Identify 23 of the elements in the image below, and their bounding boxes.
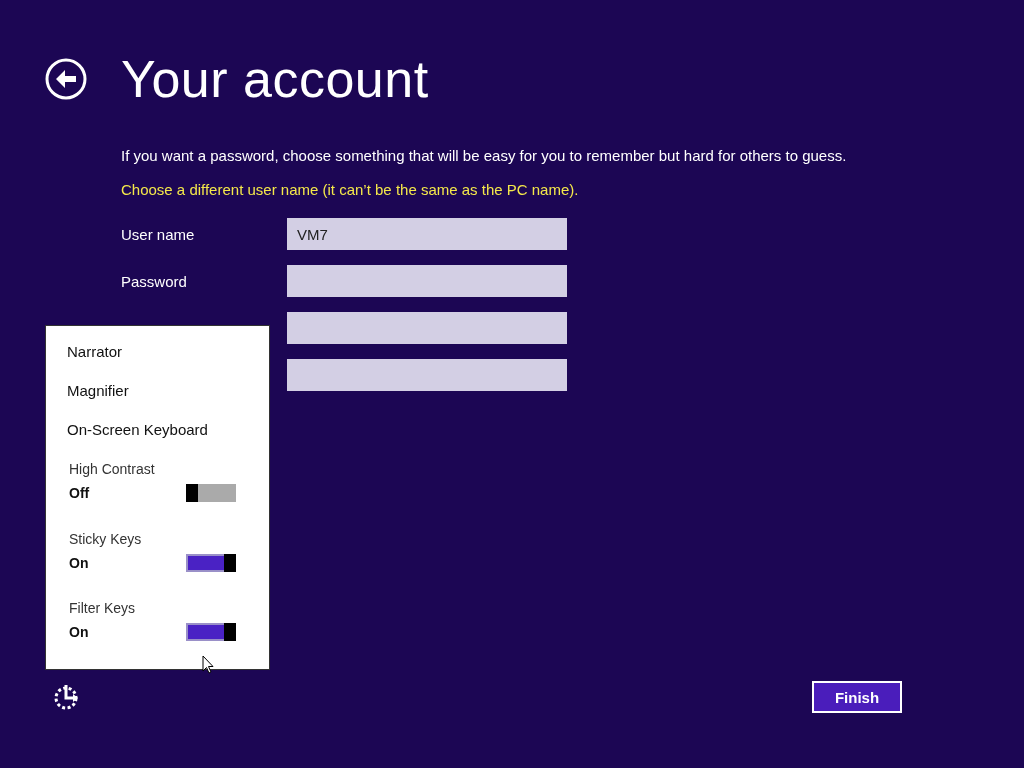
instruction-text: If you want a password, choose something that will be easy for you to remember but hard for others to guess. xyxy=(121,146,848,166)
menu-item[interactable]: Narrator xyxy=(67,343,122,383)
toggle-switch[interactable] xyxy=(186,623,236,642)
input-field[interactable] xyxy=(287,359,567,391)
field-label: User name xyxy=(121,225,196,243)
toggle-label: High Contrast xyxy=(69,460,155,479)
field-label: Password xyxy=(121,272,188,290)
menu-item[interactable]: On-Screen Keyboard xyxy=(67,421,208,461)
toggle-switch[interactable] xyxy=(186,553,236,572)
toggle-state: Off xyxy=(69,484,90,503)
input-field[interactable]: VM7 xyxy=(287,218,567,250)
warning-text: Choose a different user name (it can’t be the same as the PC name). xyxy=(121,180,580,200)
finish-button[interactable]: Finish xyxy=(812,681,902,713)
toggle-switch[interactable] xyxy=(186,484,236,503)
toggle-label: Filter Keys xyxy=(69,599,136,618)
toggle-label: Sticky Keys xyxy=(69,529,142,548)
page-title: Your account xyxy=(121,49,429,110)
toggle-state: On xyxy=(69,553,89,572)
input-field[interactable] xyxy=(287,265,567,297)
menu-item[interactable]: Magnifier xyxy=(67,382,129,422)
ease-of-access-icon[interactable] xyxy=(52,683,80,711)
input-field[interactable] xyxy=(287,312,567,344)
toggle-state: On xyxy=(69,623,89,642)
